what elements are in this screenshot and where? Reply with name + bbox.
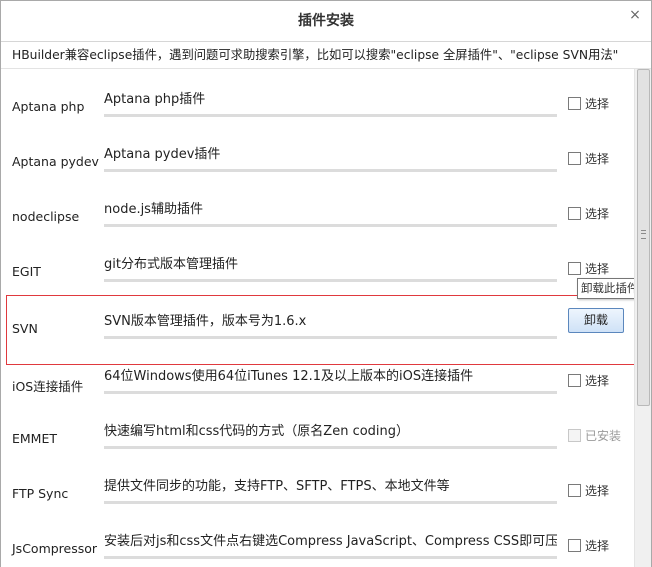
plugin-description: Aptana pydev插件 <box>104 144 557 172</box>
plugin-description: 快速编写html和css代码的方式（原名Zen coding） <box>104 421 557 449</box>
plugin-row-ios-connect: iOS连接插件 64位Windows使用64位iTunes 12.1及以上版本的… <box>1 346 635 401</box>
plugin-row-egit: EGIT git分布式版本管理插件 选择 <box>1 234 635 289</box>
dialog-title: 插件安装 <box>298 13 354 29</box>
uninstall-tooltip: 卸载此插件 <box>577 278 643 299</box>
select-checkbox[interactable]: 选择 <box>568 484 609 498</box>
plugin-row-emmet: EMMET 快速编写html和css代码的方式（原名Zen coding） 已安… <box>1 401 635 456</box>
plugin-row-nodeclipse: nodeclipse node.js辅助插件 选择 <box>1 179 635 234</box>
checkbox-icon[interactable] <box>568 262 581 275</box>
plugin-description: 提供文件同步的功能，支持FTP、SFTP、FTPS、本地文件等 <box>104 476 557 504</box>
select-label[interactable]: 选择 <box>585 539 609 553</box>
select-label[interactable]: 选择 <box>585 262 609 276</box>
installed-checkbox: 已安装 <box>568 429 621 443</box>
select-label[interactable]: 选择 <box>585 484 609 498</box>
plugin-name: FTP Sync <box>12 486 69 501</box>
plugin-description: Aptana php插件 <box>104 89 557 117</box>
select-checkbox[interactable]: 选择 <box>568 262 609 276</box>
plugin-install-dialog: 插件安装 × HBuilder兼容eclipse插件，遇到问题可求助搜索引擎，比… <box>0 0 652 567</box>
plugin-name: SVN <box>12 321 38 336</box>
plugin-name: Aptana pydev <box>12 154 99 169</box>
uninstall-button[interactable]: 卸载 <box>568 308 624 333</box>
plugin-row-aptana-php: Aptana php Aptana php插件 选择 <box>1 69 635 124</box>
plugin-description: node.js辅助插件 <box>104 199 557 227</box>
plugin-name: Aptana php <box>12 99 85 114</box>
select-checkbox[interactable]: 选择 <box>568 152 609 166</box>
plugin-row-aptana-pydev: Aptana pydev Aptana pydev插件 选择 <box>1 124 635 179</box>
grip-icon <box>641 230 646 239</box>
plugin-row-jscompressor: JsCompressor 安装后对js和css文件点右键选Compress Ja… <box>1 511 635 566</box>
checkbox-icon[interactable] <box>568 374 581 387</box>
select-label[interactable]: 选择 <box>585 374 609 388</box>
checkbox-icon[interactable] <box>568 539 581 552</box>
select-label[interactable]: 选择 <box>585 152 609 166</box>
select-checkbox[interactable]: 选择 <box>568 539 609 553</box>
checkbox-icon[interactable] <box>568 484 581 497</box>
plugin-name: JsCompressor <box>12 541 98 556</box>
plugin-description: 64位Windows使用64位iTunes 12.1及以上版本的iOS连接插件 <box>104 366 557 394</box>
select-checkbox[interactable]: 选择 <box>568 207 609 221</box>
plugin-name: EMMET <box>12 431 58 446</box>
select-checkbox[interactable]: 选择 <box>568 374 609 388</box>
checkbox-icon <box>568 429 581 442</box>
checkbox-icon[interactable] <box>568 207 581 220</box>
select-checkbox[interactable]: 选择 <box>568 97 609 111</box>
plugin-description: git分布式版本管理插件 <box>104 254 557 282</box>
select-label[interactable]: 选择 <box>585 97 609 111</box>
plugin-name: nodeclipse <box>12 209 80 224</box>
scrollbar-thumb[interactable] <box>637 69 650 406</box>
select-label[interactable]: 选择 <box>585 207 609 221</box>
hint-text: HBuilder兼容eclipse插件，遇到问题可求助搜索引擎，比如可以搜索"e… <box>1 42 651 69</box>
plugin-list: Aptana php Aptana php插件 选择 Aptana pydev … <box>1 69 635 567</box>
plugin-description: SVN版本管理插件，版本号为1.6.x <box>104 311 557 339</box>
plugin-row-ftp-sync: FTP Sync 提供文件同步的功能，支持FTP、SFTP、FTPS、本地文件等… <box>1 456 635 511</box>
plugin-row-svn: SVN SVN版本管理插件，版本号为1.6.x 卸载 <box>1 291 635 346</box>
plugin-name: iOS连接插件 <box>12 379 84 394</box>
installed-label: 已安装 <box>585 429 622 443</box>
dialog-titlebar: 插件安装 × <box>1 1 651 42</box>
checkbox-icon[interactable] <box>568 97 581 110</box>
plugin-description: 安装后对js和css文件点右键选Compress JavaScript、Comp… <box>104 531 557 559</box>
vertical-scrollbar[interactable] <box>634 69 651 567</box>
checkbox-icon[interactable] <box>568 152 581 165</box>
plugin-name: EGIT <box>12 264 41 279</box>
close-icon[interactable]: × <box>628 8 642 22</box>
